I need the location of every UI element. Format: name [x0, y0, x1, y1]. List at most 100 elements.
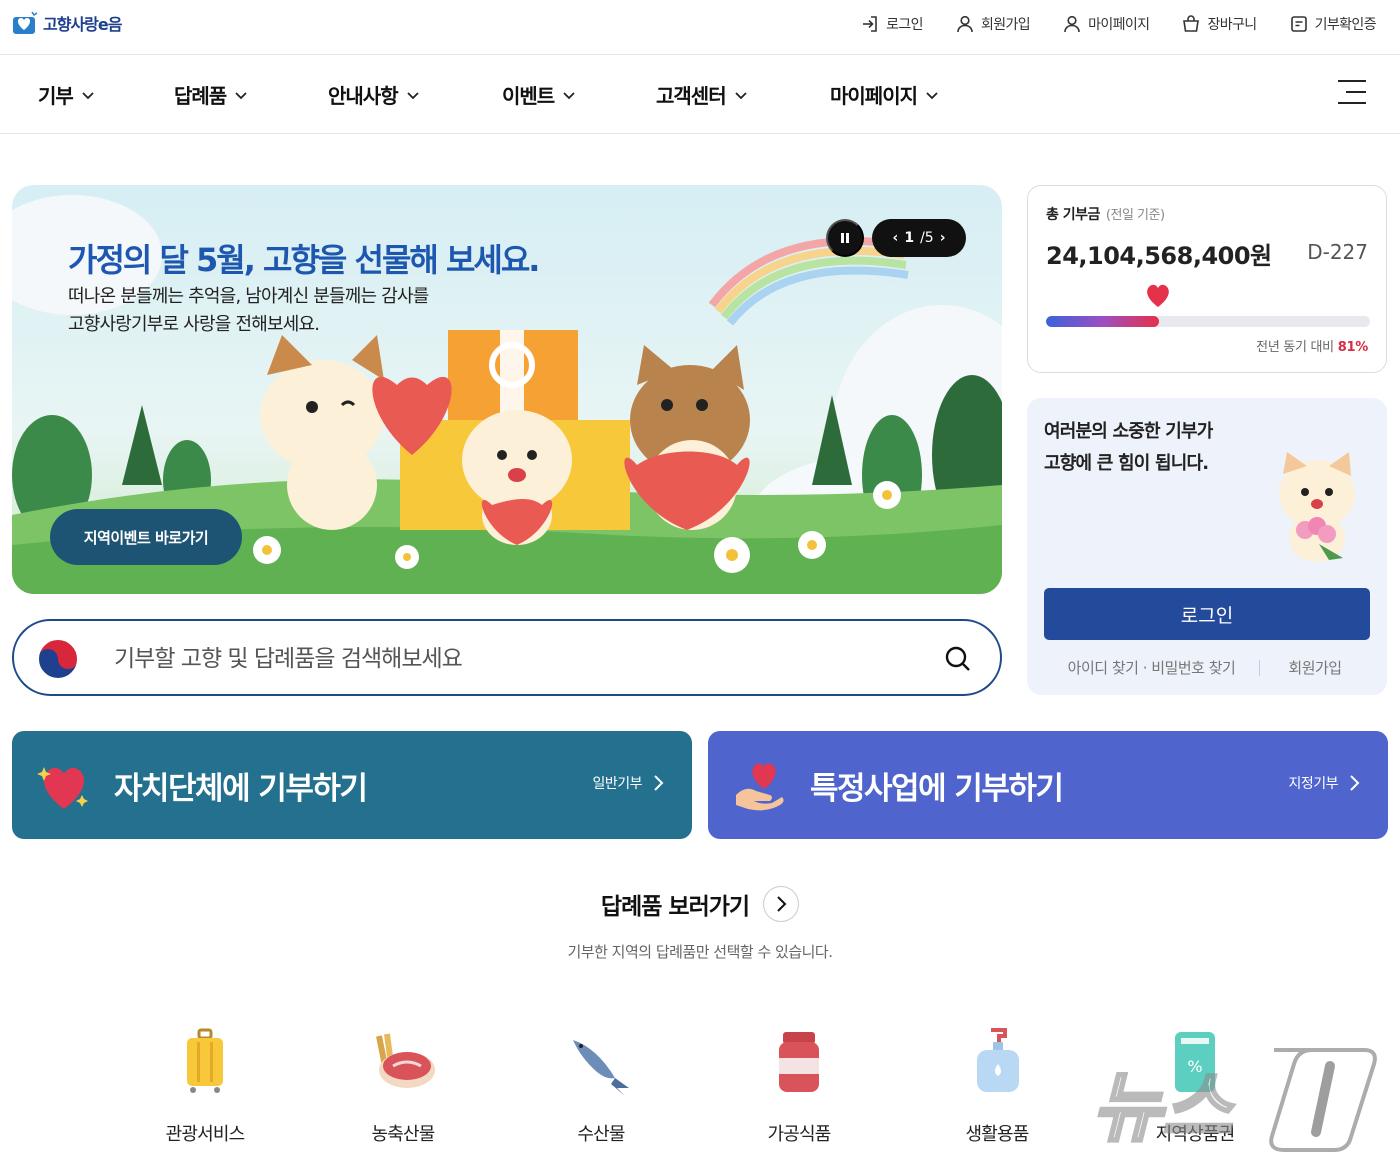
util-signup-link[interactable]: 회원가입: [955, 14, 1031, 34]
util-mypage-link[interactable]: 마이페이지: [1062, 14, 1150, 34]
donate-local-title: 자치단체에 기부하기: [114, 771, 368, 807]
chevron-down-icon: [82, 91, 94, 99]
total-dday: D-227: [1307, 240, 1368, 264]
util-mypage-label: 마이페이지: [1088, 17, 1150, 33]
taegeuk-emblem-icon: [37, 638, 79, 680]
regional-event-button[interactable]: 지역이벤트 바로가기: [50, 509, 242, 565]
svg-text:뉴스: 뉴스: [1092, 1063, 1235, 1152]
util-login-label: 로그인: [886, 17, 923, 33]
heart-logo-icon: [13, 11, 38, 34]
main-nav: 기부 답례품 안내사항 이벤트 고객센터 마이페이지: [0, 56, 1400, 134]
category-tourism-label: 관광서비스: [165, 1124, 246, 1145]
total-label: 총 기부금 (전일 기준): [1046, 204, 1165, 224]
chevron-right-icon: [654, 775, 664, 791]
find-account-link[interactable]: 아이디 찾기 · 비밀번호 찾기: [1044, 657, 1259, 678]
gift-section-title: 답례품 보러가기: [600, 894, 750, 920]
category-household-label: 생활용품: [965, 1124, 1029, 1145]
hand-heart-icon: [736, 763, 784, 811]
donate-project-button[interactable]: 특정사업에 기부하기 지정기부: [708, 731, 1388, 839]
util-signup-label: 회원가입: [980, 17, 1031, 33]
login-button[interactable]: 로그인: [1044, 588, 1370, 640]
pause-icon: [841, 233, 849, 243]
donate-project-tag-label: 지정기부: [1288, 776, 1338, 792]
donation-progress-fill: [1046, 316, 1160, 327]
donate-project-title: 특정사업에 기부하기: [810, 771, 1064, 807]
util-cart-link[interactable]: 장바구니: [1181, 14, 1257, 34]
slide-pager: ‹ 1 /5 ›: [872, 219, 966, 257]
util-login-link[interactable]: 로그인: [860, 14, 924, 34]
util-certificate-label: 기부확인증: [1314, 17, 1377, 33]
hero-title: 가정의 달 5월, 고향을 선물해 보세요.: [68, 241, 540, 279]
total-label-sub: (전일 기준): [1105, 208, 1165, 223]
slide-current: 1: [904, 230, 915, 246]
total-donation-card: 총 기부금 (전일 기준) 24,104,568,400원 D-227 전년 동기…: [1027, 185, 1387, 373]
category-agri[interactable]: 농축산물: [328, 1026, 478, 1146]
category-agri-label: 농축산물: [371, 1124, 435, 1145]
nav-donate-label: 기부: [38, 84, 74, 108]
search-icon[interactable]: [944, 645, 972, 673]
gift-section-header: 답례품 보러가기: [0, 886, 1400, 922]
chevron-down-icon: [235, 91, 247, 99]
search-input[interactable]: [114, 639, 914, 679]
utility-bar: 고향사랑e음 로그인 회원가입 마이페이지 장바구니 기부확인증: [0, 0, 1400, 55]
meat-grain-icon: [376, 1033, 435, 1088]
nav-gifts[interactable]: 답례품: [174, 80, 248, 109]
slide-prev-icon[interactable]: ‹: [893, 230, 899, 246]
total-amount: 24,104,568,400원: [1046, 242, 1272, 270]
chevron-down-icon: [926, 91, 938, 99]
slide-next-icon[interactable]: ›: [940, 230, 946, 246]
nav-mypage[interactable]: 마이페이지: [830, 80, 939, 109]
login-card: 여러분의 소중한 기부가 고향에 큰 힘이 됩니다. 로그인 아이디 찾기 · …: [1027, 398, 1387, 695]
category-processed-label: 가공식품: [767, 1124, 831, 1145]
chevron-down-icon: [734, 91, 747, 99]
cat-mascot-icon: [1279, 452, 1355, 562]
heart-icon: [1147, 284, 1169, 307]
jar-icon: [779, 1032, 819, 1092]
nav-mypage-label: 마이페이지: [830, 84, 918, 108]
slide-total: /5: [920, 230, 934, 246]
slide-pause-button[interactable]: [826, 219, 864, 257]
nav-notice-label: 안내사항: [328, 84, 399, 108]
nav-support-label: 고객센터: [656, 84, 727, 108]
user-icon: [957, 15, 973, 33]
utility-nav: 로그인 회원가입 마이페이지 장바구니 기부확인증: [860, 0, 1377, 48]
donate-local-tag-label: 일반기부: [592, 776, 642, 792]
category-processed[interactable]: 가공식품: [724, 1026, 874, 1146]
site-logo[interactable]: 고향사랑e음: [12, 11, 122, 35]
category-household[interactable]: 생활용품: [922, 1026, 1072, 1146]
signup-link[interactable]: 회원가입: [1260, 657, 1370, 678]
nav-notice[interactable]: 안내사항: [328, 80, 420, 109]
donate-local-button[interactable]: 자치단체에 기부하기 일반기부: [12, 731, 692, 839]
news1-watermark-logo: 뉴스: [1091, 1048, 1377, 1154]
chevron-down-icon: [406, 91, 419, 99]
total-label-text: 총 기부금: [1046, 207, 1100, 223]
login-links: 아이디 찾기 · 비밀번호 찾기 회원가입: [1044, 657, 1370, 678]
certificate-icon: [1290, 16, 1307, 32]
logo-text: 고향사랑e음: [43, 15, 122, 34]
nav-donate[interactable]: 기부: [38, 80, 95, 109]
donate-project-tag: 지정기부: [1288, 773, 1360, 793]
category-tourism[interactable]: 관광서비스: [130, 1026, 280, 1146]
gift-more-button[interactable]: [763, 886, 800, 922]
gift-section-description: 기부한 지역의 답례품만 선택할 수 있습니다.: [567, 943, 833, 961]
util-cart-label: 장바구니: [1207, 17, 1257, 33]
donate-local-tag: 일반기부: [592, 773, 664, 793]
nav-support[interactable]: 고객센터: [656, 80, 748, 109]
pump-bottle-icon: [977, 1028, 1019, 1092]
util-certificate-link[interactable]: 기부확인증: [1289, 14, 1377, 34]
nav-event[interactable]: 이벤트: [502, 80, 576, 109]
fish-icon: [573, 1040, 629, 1096]
chevron-right-icon: [777, 896, 787, 912]
sparkle-heart-icon: [37, 767, 88, 809]
category-seafood[interactable]: 수산물: [526, 1026, 676, 1146]
hero-subtitle: 떠나온 분들께는 추억을, 남아계신 분들께는 감사를 고향사랑기부로 사랑을 …: [68, 286, 429, 335]
hero-banner[interactable]: 가정의 달 5월, 고향을 선물해 보세요. 떠나온 분들께는 추억을, 남아계…: [12, 185, 1002, 594]
year-compare-label: 전년 동기 대비: [1256, 340, 1334, 355]
suitcase-icon: [187, 1028, 223, 1093]
nav-event-label: 이벤트: [502, 84, 555, 108]
hamburger-menu-icon[interactable]: [1338, 80, 1366, 108]
login-icon: [863, 16, 877, 32]
year-compare: 전년 동기 대비 81%: [1256, 336, 1368, 355]
nav-gifts-label: 답례품: [174, 84, 227, 108]
user-icon: [1064, 15, 1080, 33]
